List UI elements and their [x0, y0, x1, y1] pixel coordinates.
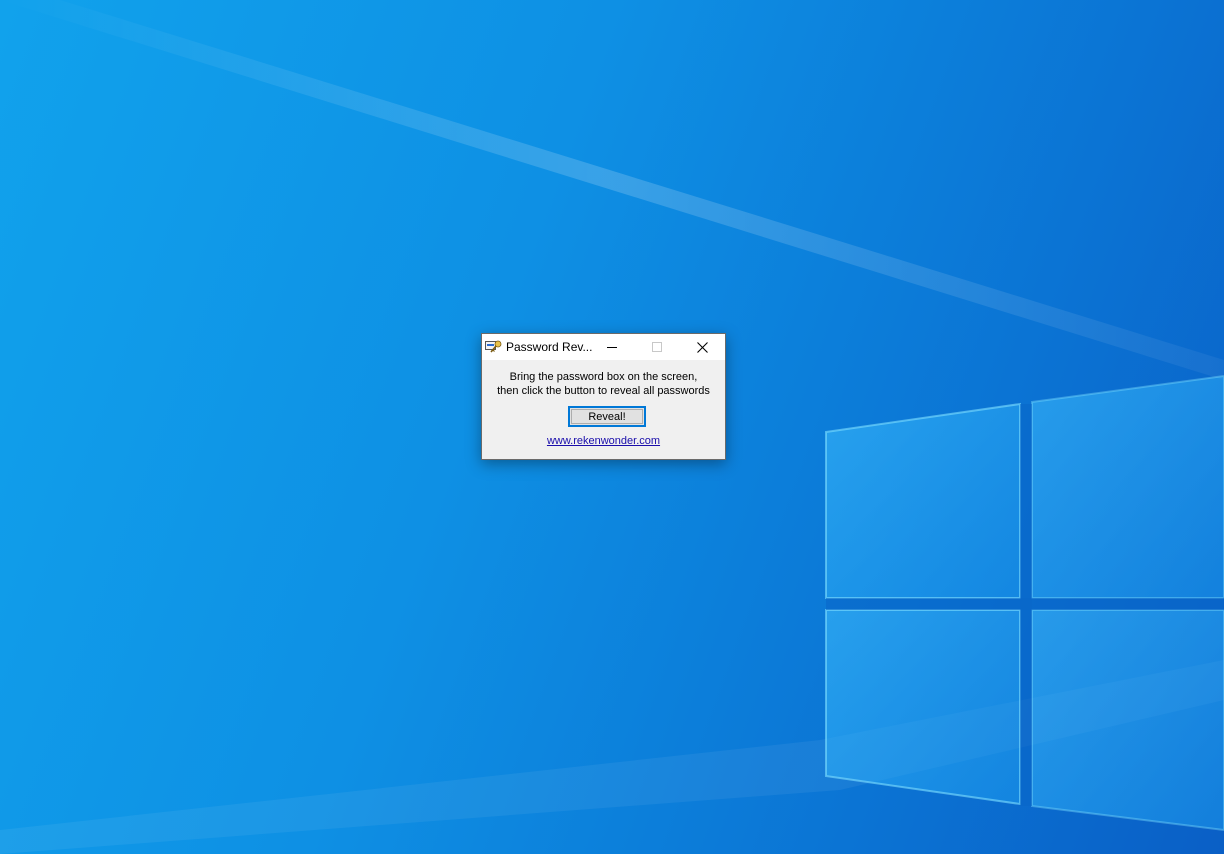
password-reveal-app-icon	[485, 340, 502, 353]
close-button[interactable]	[680, 334, 724, 360]
title-bar[interactable]: Password Rev...	[482, 334, 725, 360]
maximize-button	[635, 334, 679, 360]
message-line-2: then click the button to reveal all pass…	[497, 385, 710, 397]
website-link[interactable]: www.rekenwonder.com	[482, 435, 725, 447]
close-icon	[696, 341, 708, 353]
minimize-button[interactable]	[590, 334, 634, 360]
password-reveal-window: Password Rev... Bring the password box o…	[481, 333, 726, 460]
message-line-1: Bring the password box on the screen,	[509, 371, 698, 383]
reveal-button[interactable]: Reveal!	[568, 406, 646, 427]
instruction-message: Bring the password box on the screen, th…	[482, 370, 725, 398]
minimize-icon	[607, 347, 617, 348]
maximize-icon	[652, 342, 662, 352]
window-title: Password Rev...	[506, 340, 593, 354]
button-focus-border	[571, 409, 643, 424]
